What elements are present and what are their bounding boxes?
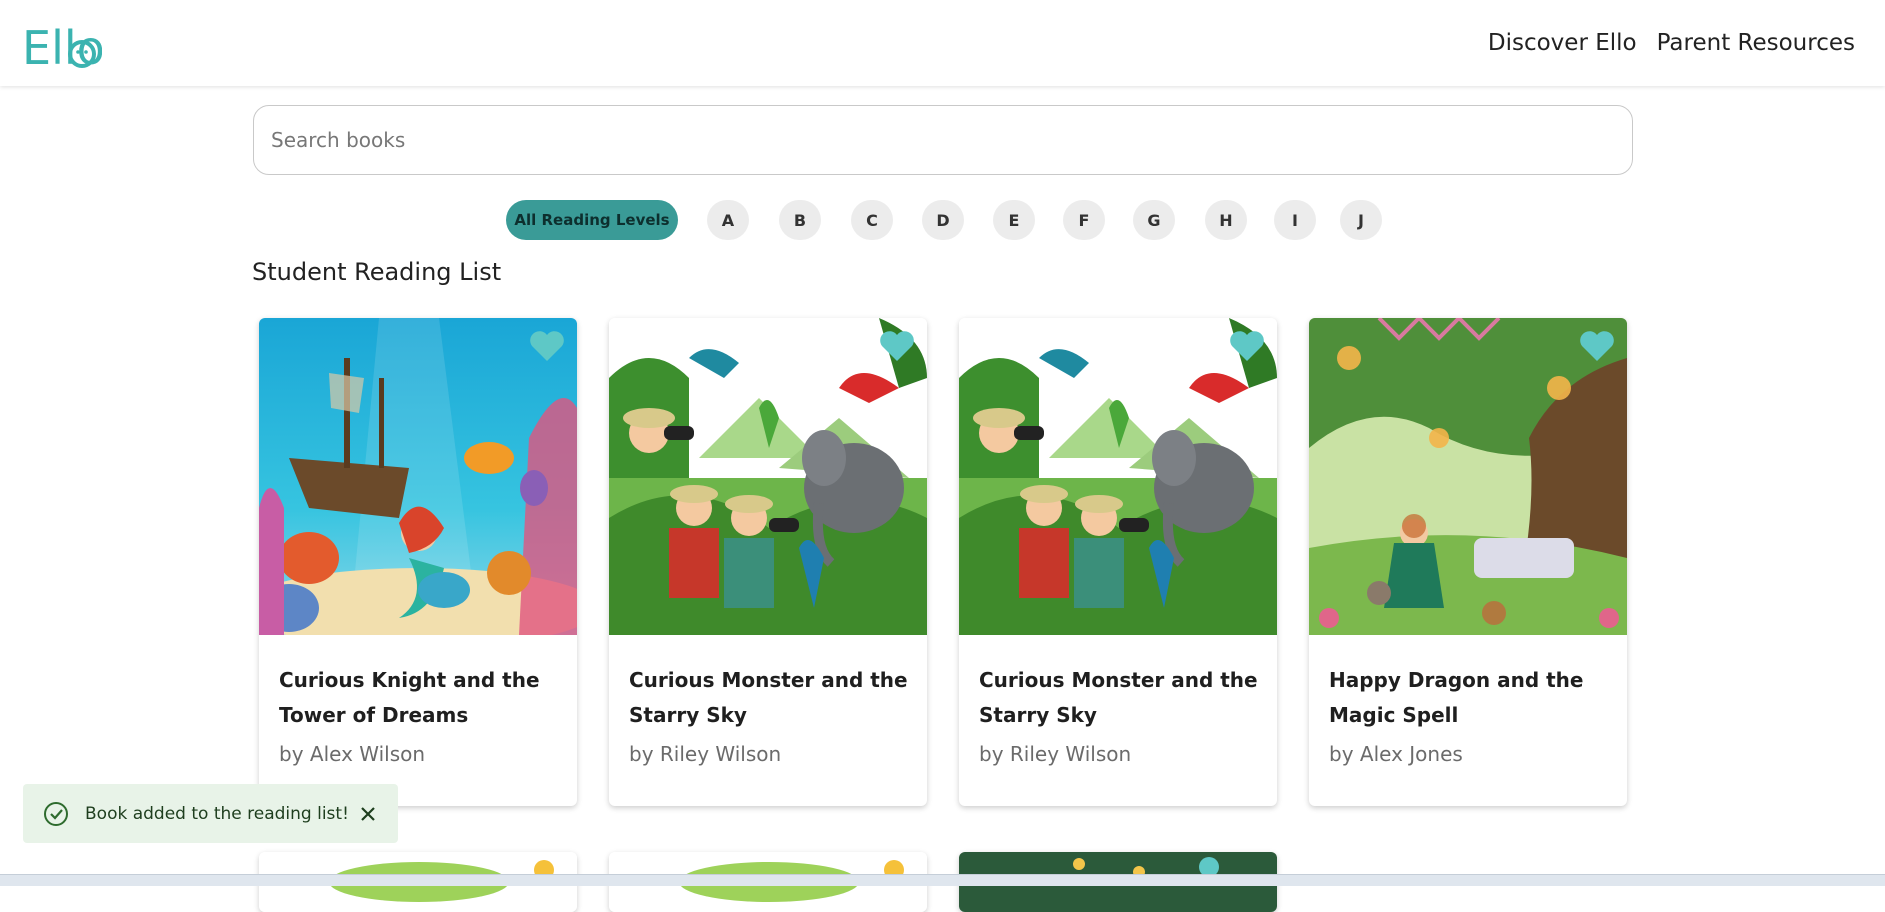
book-title: Curious Monster and the Starry Sky: [629, 668, 908, 727]
book-cover-image: [609, 318, 927, 635]
level-filter-all[interactable]: All Reading Levels: [506, 200, 678, 240]
book-author: by Alex Jones: [1329, 742, 1463, 766]
level-filter-i[interactable]: I: [1274, 200, 1316, 240]
level-filter-g[interactable]: G: [1133, 200, 1175, 240]
book-title: Happy Dragon and the Magic Spell: [1329, 668, 1584, 727]
book-cover-image: [1309, 318, 1627, 635]
book-cover-image: [959, 318, 1277, 635]
level-filter-e[interactable]: E: [993, 200, 1035, 240]
favorite-heart-icon[interactable]: [1229, 330, 1265, 362]
nav-discover-ello[interactable]: Discover Ello: [1488, 30, 1637, 56]
top-nav: Discover Ello Parent Resources: [1488, 30, 1855, 56]
book-author: by Riley Wilson: [979, 742, 1132, 766]
book-author: by Riley Wilson: [629, 742, 782, 766]
level-filter-c[interactable]: C: [851, 200, 893, 240]
browser-bottom-bar: [0, 874, 1885, 886]
reading-level-filters: All Reading Levels A B C D E F G H I J: [0, 200, 1885, 240]
top-header: Ello Discover Ello Parent Resources: [0, 0, 1885, 86]
book-title: Curious Knight and the Tower of Dreams: [279, 668, 540, 727]
level-filter-f[interactable]: F: [1063, 200, 1105, 240]
search-input[interactable]: [253, 105, 1633, 175]
book-card[interactable]: Happy Dragon and the Magic Spell by Alex…: [1309, 318, 1627, 806]
section-title: Student Reading List: [252, 258, 502, 286]
book-card[interactable]: Curious Monster and the Starry Sky by Ri…: [609, 318, 927, 806]
nav-parent-resources[interactable]: Parent Resources: [1657, 30, 1855, 56]
favorite-heart-icon[interactable]: [879, 330, 915, 362]
book-card[interactable]: Curious Monster and the Starry Sky by Ri…: [959, 318, 1277, 806]
favorite-heart-icon[interactable]: [529, 330, 565, 362]
book-author: by Alex Wilson: [279, 742, 426, 766]
level-filter-b[interactable]: B: [779, 200, 821, 240]
book-card[interactable]: Curious Knight and the Tower of Dreams b…: [259, 318, 577, 806]
close-icon[interactable]: [358, 804, 378, 824]
level-filter-a[interactable]: A: [707, 200, 749, 240]
book-cover-image: [259, 318, 577, 635]
toast-notification: Book added to the reading list!: [23, 784, 398, 843]
toast-message: Book added to the reading list!: [85, 803, 349, 824]
ello-logo[interactable]: Ello: [22, 14, 102, 74]
level-filter-h[interactable]: H: [1205, 200, 1247, 240]
check-circle-icon: [44, 801, 68, 826]
favorite-heart-icon[interactable]: [1579, 330, 1615, 362]
level-filter-d[interactable]: D: [922, 200, 964, 240]
level-filter-j[interactable]: J: [1340, 200, 1382, 240]
book-title: Curious Monster and the Starry Sky: [979, 668, 1258, 727]
